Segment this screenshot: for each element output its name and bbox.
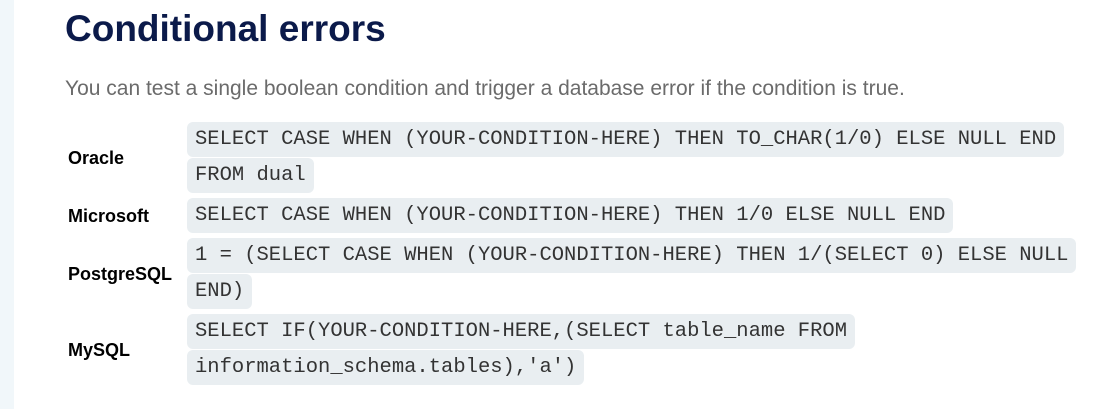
intro-text: You can test a single boolean condition … xyxy=(65,77,905,100)
code-snippet: SELECT CASE WHEN (YOUR-CONDITION-HERE) T… xyxy=(187,198,954,233)
code-snippet: SELECT IF(YOUR-CONDITION-HERE,(SELECT ta… xyxy=(187,314,856,385)
page-title: Conditional errors xyxy=(65,8,386,49)
db-label: Oracle xyxy=(68,147,125,168)
table-row: PostgreSQL 1 = (SELECT CASE WHEN (YOUR-C… xyxy=(64,236,1087,312)
code-snippet: SELECT CASE WHEN (YOUR-CONDITION-HERE) T… xyxy=(187,122,1065,193)
code-snippet: 1 = (SELECT CASE WHEN (YOUR-CONDITION-HE… xyxy=(187,238,1077,309)
table-row: Oracle SELECT CASE WHEN (YOUR-CONDITION-… xyxy=(64,120,1087,196)
db-label: MySQL xyxy=(68,339,131,360)
db-label: Microsoft xyxy=(68,205,149,226)
db-label: PostgreSQL xyxy=(68,263,173,284)
table-row: MySQL SELECT IF(YOUR-CONDITION-HERE,(SEL… xyxy=(64,312,1087,388)
left-sidebar-strip xyxy=(0,0,14,409)
table-row: Microsoft SELECT CASE WHEN (YOUR-CONDITI… xyxy=(64,196,1087,236)
conditional-errors-table: Oracle SELECT CASE WHEN (YOUR-CONDITION-… xyxy=(64,120,1087,388)
